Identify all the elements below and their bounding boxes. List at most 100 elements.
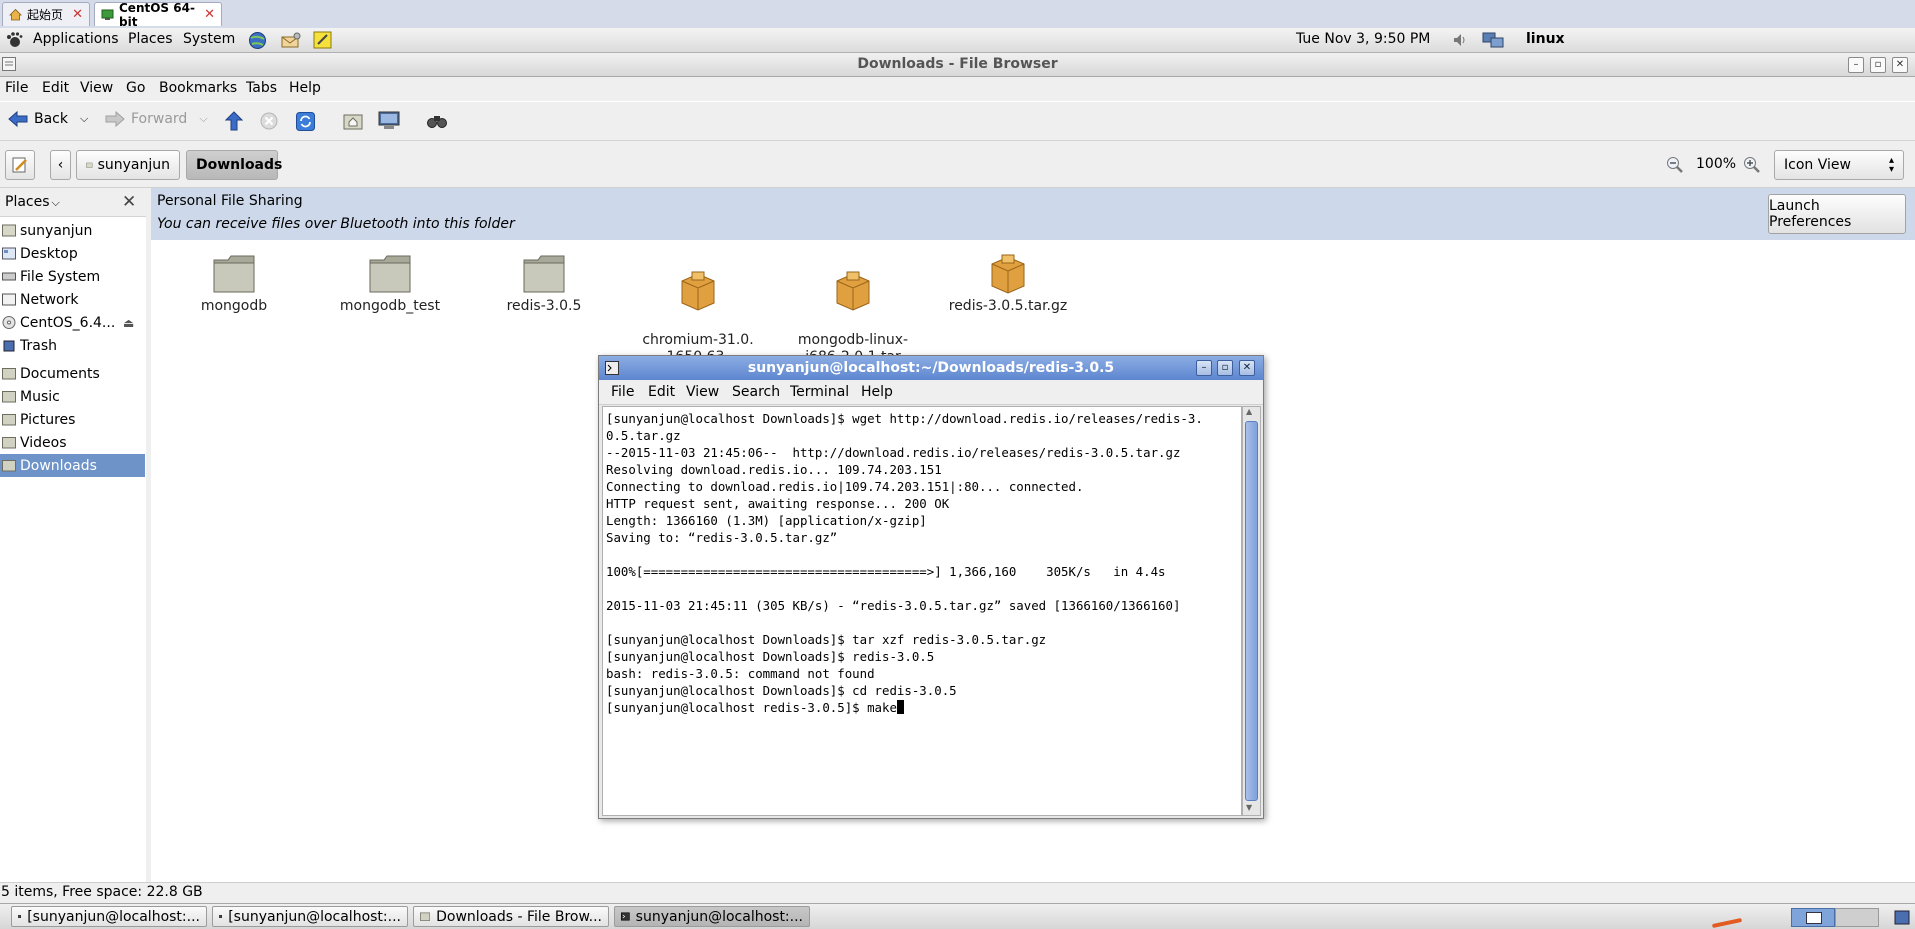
computer-icon[interactable] — [378, 111, 400, 135]
sidebar-item-documents[interactable]: Documents — [0, 362, 145, 385]
taskbar-item[interactable]: [sunyanjun@localhost:... — [11, 906, 207, 927]
panel-menu-places[interactable]: Places — [128, 31, 173, 47]
vm-tab-home[interactable]: 起始页 ✕ — [2, 2, 90, 26]
home-folder-icon[interactable] — [343, 112, 363, 134]
network-icon[interactable] — [1482, 31, 1504, 53]
folder-icon — [2, 460, 16, 472]
terminal-menu-file[interactable]: File — [611, 384, 634, 400]
sharing-title: Personal File Sharing — [157, 193, 303, 209]
crumb-downloads[interactable]: Downloads — [186, 150, 282, 180]
menu-view[interactable]: View — [80, 80, 113, 96]
cursor-pointer-mark — [1711, 917, 1743, 929]
zoom-in-icon[interactable] — [1743, 156, 1761, 178]
launch-preferences-button[interactable]: Launch Preferences — [1768, 194, 1906, 234]
terminal-window[interactable]: sunyanjun@localhost:~/Downloads/redis-3.… — [598, 355, 1264, 819]
zoom-out-icon[interactable] — [1666, 156, 1684, 178]
top-panel: Applications Places System Tue Nov 3, 9:… — [0, 28, 1915, 53]
folder-icon — [2, 391, 16, 403]
menu-help[interactable]: Help — [289, 80, 321, 96]
taskbar-item[interactable]: [sunyanjun@localhost:... — [212, 906, 408, 927]
package-icon — [991, 254, 1025, 294]
terminal-menu-help[interactable]: Help — [861, 384, 893, 400]
menu-tabs[interactable]: Tabs — [246, 80, 277, 96]
terminal-scrollbar[interactable]: ▲ ▼ — [1242, 406, 1261, 816]
sidebar-item-downloads[interactable]: Downloads — [0, 454, 145, 477]
terminal-minimize-button[interactable]: – — [1196, 360, 1212, 376]
file-item[interactable]: mongodb-linux- i686-2.0.1.tar — [788, 254, 918, 366]
terminal-menu-view[interactable]: View — [686, 384, 719, 400]
terminal-titlebar[interactable]: sunyanjun@localhost:~/Downloads/redis-3.… — [599, 356, 1263, 380]
sidebar-item-videos[interactable]: Videos — [0, 431, 145, 454]
taskbar-item[interactable]: sunyanjun@localhost:... — [614, 906, 810, 927]
sidebar-item-pictures[interactable]: Pictures — [0, 408, 145, 431]
terminal-input[interactable]: make — [867, 700, 897, 715]
sidebar-item-trash[interactable]: Trash — [0, 334, 145, 357]
terminal-close-button[interactable]: ✕ — [1239, 360, 1255, 376]
sidebar-item-home[interactable]: sunyanjun — [0, 219, 145, 242]
terminal-line: [sunyanjun@localhost Downloads]$ wget ht… — [606, 411, 1203, 426]
terminal-menu-edit[interactable]: Edit — [648, 384, 675, 400]
menu-bookmarks[interactable]: Bookmarks — [159, 80, 237, 96]
panel-menu-applications[interactable]: Applications — [33, 31, 119, 47]
close-sidebar-icon[interactable]: ✕ — [122, 192, 136, 212]
trash-applet-icon[interactable] — [1893, 908, 1911, 929]
mail-icon[interactable] — [280, 31, 302, 54]
forward-button[interactable]: Forward ⌵ — [105, 110, 208, 128]
sidebar-item-filesystem[interactable]: File System — [0, 265, 145, 288]
vm-tab-centos[interactable]: CentOS 64-bit ✕ — [94, 1, 222, 29]
sidebar-item-music[interactable]: Music — [0, 385, 145, 408]
file-item[interactable]: redis-3.0.5 — [479, 254, 609, 314]
file-item[interactable]: mongodb — [169, 254, 299, 314]
maximize-button[interactable]: ▫ — [1870, 57, 1886, 73]
search-icon[interactable] — [426, 112, 448, 134]
terminal-maximize-button[interactable]: ▫ — [1217, 360, 1233, 376]
terminal-menubar: File Edit View Search Terminal Help — [599, 380, 1263, 405]
chevron-down-icon[interactable]: ⌵ — [80, 112, 88, 126]
workspace-1[interactable] — [1791, 908, 1835, 927]
menu-file[interactable]: File — [5, 80, 28, 96]
close-icon[interactable]: ✕ — [204, 7, 215, 22]
crumb-home[interactable]: sunyanjun — [76, 150, 180, 180]
home-icon — [9, 8, 22, 21]
stop-icon[interactable] — [260, 112, 278, 134]
panel-user[interactable]: linux — [1526, 31, 1565, 47]
minimize-button[interactable]: – — [1848, 57, 1864, 73]
panel-clock[interactable]: Tue Nov 3, 9:50 PM — [1296, 31, 1430, 47]
up-arrow-icon[interactable] — [224, 111, 244, 135]
menu-go[interactable]: Go — [126, 80, 145, 96]
window-titlebar[interactable]: Downloads - File Browser – ▫ ✕ — [0, 53, 1915, 77]
file-item[interactable]: mongodb_test — [325, 254, 455, 314]
file-item[interactable]: redis-3.0.5.tar.gz — [943, 254, 1073, 314]
eject-icon[interactable]: ⏏ — [123, 316, 134, 330]
back-button[interactable]: Back ⌵ — [8, 110, 88, 128]
terminal-menu-terminal[interactable]: Terminal — [790, 384, 849, 400]
scroll-down-icon[interactable]: ▼ — [1246, 803, 1252, 812]
workspace-2[interactable] — [1835, 908, 1879, 927]
chevron-down-icon[interactable]: ⌵ — [199, 112, 207, 126]
view-mode-select[interactable]: Icon View ▴ ▾ — [1774, 150, 1904, 180]
scroll-up-icon[interactable]: ▲ — [1246, 407, 1252, 416]
notes-icon[interactable] — [313, 30, 333, 54]
places-dropdown[interactable]: Places ⌵ — [5, 194, 60, 210]
package-icon — [681, 271, 715, 311]
folder-icon — [2, 368, 16, 380]
folder-icon — [213, 255, 255, 293]
trash-icon — [3, 340, 15, 352]
volume-icon[interactable] — [1452, 32, 1468, 52]
close-button[interactable]: ✕ — [1892, 57, 1908, 73]
close-icon[interactable]: ✕ — [72, 7, 83, 22]
menu-edit[interactable]: Edit — [42, 80, 69, 96]
taskbar-item[interactable]: Downloads - File Brow... — [413, 906, 609, 927]
gnome-foot-icon[interactable] — [5, 31, 23, 53]
terminal-scroll-thumb[interactable] — [1245, 421, 1258, 801]
web-browser-icon[interactable] — [248, 31, 267, 54]
sidebar-item-network[interactable]: Network — [0, 288, 145, 311]
toggle-location-button[interactable] — [5, 150, 35, 180]
terminal-menu-search[interactable]: Search — [732, 384, 780, 400]
panel-menu-system[interactable]: System — [183, 31, 235, 47]
crumb-left-button[interactable]: ‹ — [50, 150, 71, 180]
terminal-output[interactable]: [sunyanjun@localhost Downloads]$ wget ht… — [602, 406, 1242, 816]
sidebar-item-cdrom[interactable]: CentOS_6.4... ⏏ — [0, 311, 145, 334]
sidebar-item-desktop[interactable]: Desktop — [0, 242, 145, 265]
reload-icon[interactable] — [296, 112, 315, 135]
